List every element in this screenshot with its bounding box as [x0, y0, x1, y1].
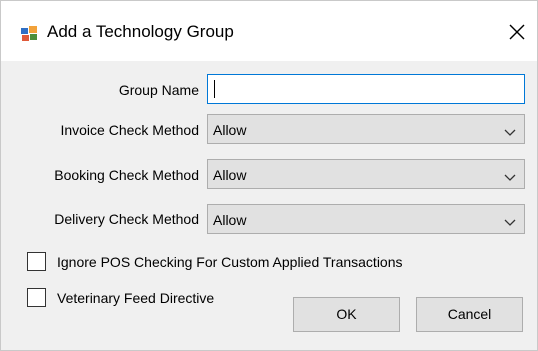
invoice-check-method-value: Allow: [213, 122, 247, 138]
chevron-down-icon: [504, 169, 516, 181]
delivery-check-method-label: Delivery Check Method: [54, 211, 199, 227]
ignore-pos-checkbox[interactable]: [27, 252, 46, 271]
invoice-check-method-label: Invoice Check Method: [60, 122, 199, 138]
group-name-input[interactable]: [207, 74, 525, 104]
delivery-check-method-value: Allow: [213, 212, 247, 228]
ignore-pos-label[interactable]: Ignore POS Checking For Custom Applied T…: [57, 254, 403, 270]
app-window-icon: [21, 25, 37, 41]
chevron-down-icon: [504, 124, 516, 136]
add-technology-group-dialog: Add a Technology Group Group Name Invoic…: [0, 0, 538, 351]
close-icon: [509, 24, 525, 40]
close-button[interactable]: [504, 19, 530, 45]
text-caret: [214, 80, 215, 98]
dialog-title: Add a Technology Group: [47, 22, 234, 41]
title-bar: Add a Technology Group: [1, 1, 537, 61]
chevron-down-icon: [504, 214, 516, 226]
veterinary-feed-directive-checkbox[interactable]: [27, 288, 46, 307]
ok-button[interactable]: OK: [293, 297, 400, 332]
cancel-button[interactable]: Cancel: [416, 297, 523, 332]
veterinary-feed-directive-label[interactable]: Veterinary Feed Directive: [57, 290, 214, 306]
booking-check-method-value: Allow: [213, 167, 247, 183]
invoice-check-method-select[interactable]: Allow: [207, 114, 525, 144]
delivery-check-method-select[interactable]: Allow: [207, 204, 525, 234]
group-name-label: Group Name: [118, 82, 199, 98]
booking-check-method-select[interactable]: Allow: [207, 159, 525, 189]
booking-check-method-label: Booking Check Method: [54, 167, 199, 183]
